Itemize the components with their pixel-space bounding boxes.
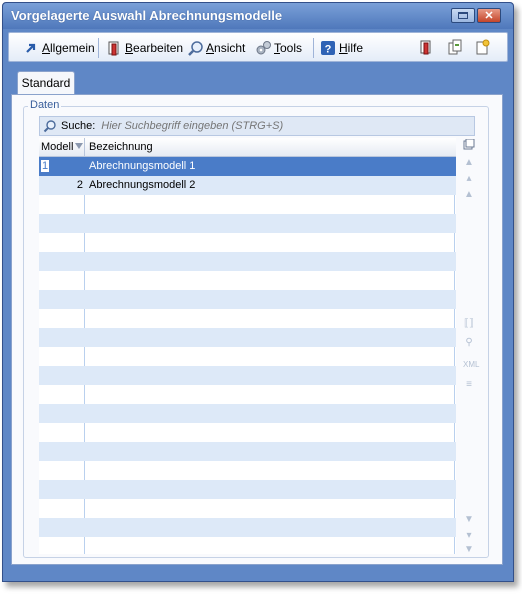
row-name: Abrechnungsmodell 1 — [89, 160, 196, 172]
empty-grid-row — [39, 518, 456, 537]
empty-grid-row — [39, 499, 456, 518]
tab-panel: Daten Suche: Modell Bezeichnung — [11, 94, 503, 565]
search-grid-icon[interactable]: ⚲ — [463, 337, 475, 349]
empty-grid-row — [39, 290, 456, 309]
menu-allgemein[interactable]: Allgemein — [23, 39, 95, 57]
data-groupbox: Daten Suche: Modell Bezeichnung — [23, 99, 489, 558]
empty-grid-row — [39, 347, 456, 366]
gears-icon — [255, 40, 271, 56]
empty-grid-row — [39, 480, 456, 499]
column-chooser-icon[interactable] — [463, 138, 475, 151]
data-grid: Modell Bezeichnung 1 Abrechnungsmodell 1… — [39, 138, 456, 554]
copy-doc-icon[interactable] — [447, 39, 463, 55]
empty-grid-row — [39, 214, 456, 233]
empty-grid-row — [39, 233, 456, 252]
table-row[interactable]: 2 Abrechnungsmodell 2 — [39, 176, 456, 195]
empty-grid-row — [39, 385, 456, 404]
prev-record-icon[interactable]: ▲ — [463, 189, 475, 201]
svg-text:?: ? — [325, 44, 332, 56]
close-icon: ✕ — [484, 10, 494, 22]
empty-grid-row — [39, 404, 456, 423]
empty-grid-row — [39, 271, 456, 290]
menu-tools[interactable]: Tools — [255, 39, 302, 57]
row-id: 2 — [76, 179, 83, 191]
empty-grid-row — [39, 461, 456, 480]
toolbar-separator — [98, 38, 99, 58]
export-xml-icon[interactable]: XML — [463, 359, 479, 371]
empty-grid-row — [39, 328, 456, 347]
dialog-window: Vorgelagerte Auswahl Abrechnungsmodelle … — [2, 2, 514, 582]
grid-header: Modell Bezeichnung — [39, 138, 456, 157]
group-label: Daten — [28, 99, 62, 111]
arrow-up-right-icon — [23, 40, 39, 56]
empty-grid-row — [39, 309, 456, 328]
title-bar[interactable]: Vorgelagerte Auswahl Abrechnungsmodelle … — [3, 3, 513, 29]
next-record-icon[interactable]: ▼ — [463, 514, 475, 526]
prev-page-icon[interactable]: ▴ — [463, 173, 475, 185]
grid-rows: 1 Abrechnungsmodell 1 2 Abrechnungsmodel… — [39, 157, 456, 537]
menu-bearbeiten[interactable]: Bearbeiten — [106, 39, 183, 57]
empty-grid-row — [39, 442, 456, 461]
menu-ansicht[interactable]: Ansicht — [187, 39, 245, 57]
filter-list-icon[interactable]: ≡ — [463, 379, 475, 391]
filter-bracket-icon[interactable]: ⟦⟧ — [463, 318, 475, 330]
row-name: Abrechnungsmodell 2 — [89, 179, 196, 191]
maximize-icon — [458, 12, 468, 19]
sort-desc-icon — [75, 143, 83, 149]
menu-hilfe[interactable]: ? Hilfe — [320, 39, 363, 57]
tab-standard[interactable]: Standard — [17, 71, 75, 95]
new-doc-icon[interactable] — [474, 39, 490, 55]
empty-grid-row — [39, 366, 456, 385]
row-id: 1 — [41, 160, 50, 172]
first-record-icon[interactable]: ▲ — [463, 157, 475, 169]
grid-side-toolbar: ▲ ▴ ▲ ⟦⟧ ⚲ XML ≡ ▼ ▾ ▼ — [461, 138, 479, 556]
close-button[interactable]: ✕ — [477, 8, 501, 23]
column-header-modell[interactable]: Modell — [41, 141, 73, 153]
toolbar: Allgemein Bearbeiten Ansicht Tools ? Hil… — [8, 32, 508, 62]
search-label: Suche: — [61, 120, 96, 132]
search-input[interactable] — [101, 120, 402, 132]
search-icon — [43, 119, 57, 133]
edit-doc-icon[interactable] — [418, 39, 434, 55]
column-header-bezeichnung[interactable]: Bezeichnung — [89, 141, 153, 153]
window-title: Vorgelagerte Auswahl Abrechnungsmodelle — [11, 8, 283, 23]
maximize-button[interactable] — [451, 8, 475, 23]
empty-grid-row — [39, 252, 456, 271]
toolbar-separator — [313, 38, 314, 58]
last-record-icon[interactable]: ▼ — [463, 544, 475, 556]
view-magnifier-icon — [187, 40, 203, 56]
edit-icon — [106, 40, 122, 56]
empty-grid-row — [39, 423, 456, 442]
help-icon: ? — [320, 40, 336, 56]
table-row[interactable]: 1 Abrechnungsmodell 1 — [39, 157, 456, 176]
next-page-icon[interactable]: ▾ — [463, 530, 475, 542]
search-bar: Suche: — [39, 116, 475, 136]
empty-grid-row — [39, 195, 456, 214]
